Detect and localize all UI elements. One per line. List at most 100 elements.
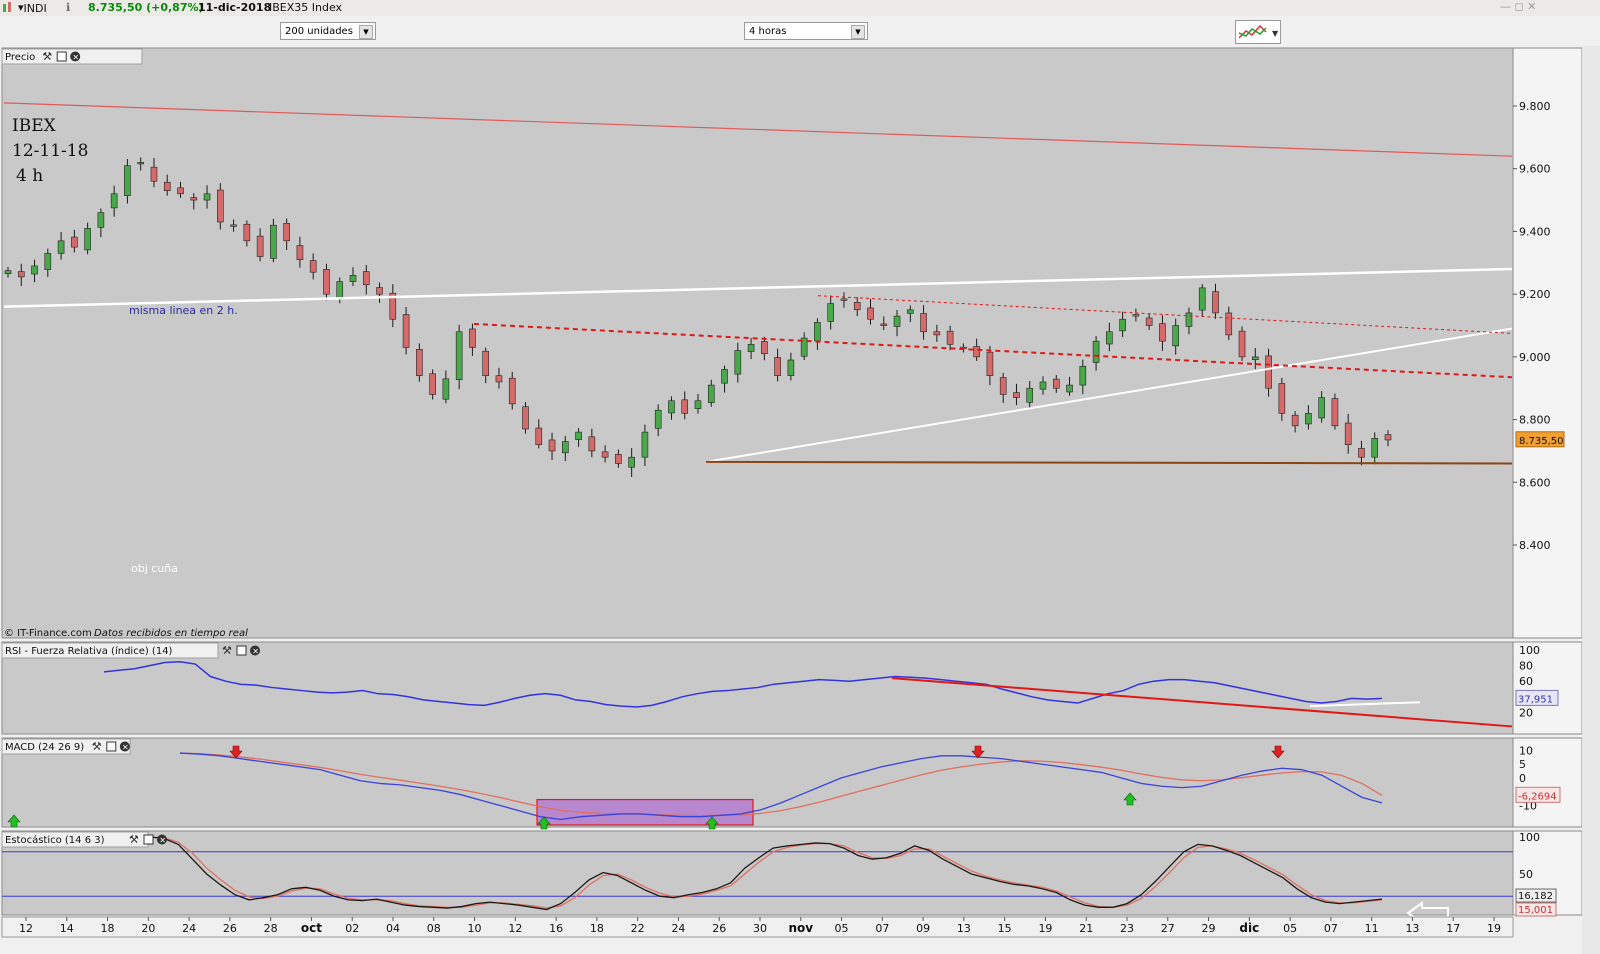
candle-bull: [1079, 365, 1087, 386]
candle-bear: [548, 439, 556, 452]
macd-value-label: -6,2694: [1518, 791, 1557, 802]
candle-bull: [1185, 312, 1193, 327]
candle-bear: [973, 346, 980, 358]
candle-bull: [110, 193, 118, 209]
candle-bull: [747, 344, 755, 352]
candle-bull: [270, 224, 277, 259]
wrench-icon[interactable]: ⚒: [92, 740, 102, 753]
candle-bull: [1026, 387, 1034, 403]
price-change: 8.735,50 (+0,87%): [88, 1, 204, 14]
chevron-down-icon: ▼: [359, 25, 373, 39]
candle-bear: [867, 307, 874, 320]
wrench-icon[interactable]: ⚒: [129, 833, 139, 846]
price-ytick-label: 9.000: [1519, 351, 1551, 364]
candle-bear: [256, 235, 264, 257]
x-tick-label: 21: [1079, 922, 1093, 935]
price-ytick-label: 8.800: [1519, 414, 1551, 427]
rsi-ytick-label: 100: [1519, 644, 1540, 657]
quote-date: 11-dic-2018: [198, 1, 272, 14]
x-tick-label: 17: [1446, 922, 1460, 935]
x-tick-label: 27: [1161, 922, 1175, 935]
candle-bull: [84, 227, 91, 251]
x-tick-label: 13: [957, 922, 971, 935]
chart-type-button[interactable]: ▼: [1235, 20, 1281, 44]
stoch-ytick-label: 50: [1519, 868, 1533, 881]
candle-bear: [601, 451, 609, 458]
price-ytick-label: 8.600: [1519, 476, 1551, 489]
price-ytick-label: 9.600: [1519, 163, 1551, 176]
info-icon[interactable]: ℹ: [66, 1, 70, 14]
maximize-icon[interactable]: [106, 741, 117, 752]
candle-bull: [694, 400, 702, 409]
symbol-dropdown[interactable]: ▾ INDI: [18, 1, 47, 15]
candle-bull: [1066, 384, 1073, 393]
vertical-scrollbar[interactable]: [1582, 46, 1600, 954]
candle-bull: [57, 240, 65, 254]
x-tick-label: 18: [590, 922, 604, 935]
candle-bear: [999, 377, 1007, 395]
candle-bear: [761, 341, 768, 355]
svg-text:▼: ▼: [1272, 29, 1279, 38]
candle-bear: [1358, 448, 1365, 458]
candle-bear: [1291, 414, 1299, 427]
candle-bull: [1119, 318, 1126, 332]
x-tick-label: 24: [182, 922, 196, 935]
units-select-value: 200 unidades: [285, 26, 353, 37]
candle-bull: [721, 369, 728, 384]
candle-bull: [893, 315, 901, 327]
price-ytick-label: 9.800: [1519, 100, 1551, 113]
candle-bull: [668, 400, 675, 414]
x-tick-label: 18: [101, 922, 115, 935]
candle-bull: [628, 456, 635, 468]
candle-bear: [1278, 383, 1286, 414]
x-tick-label: 16: [549, 922, 563, 935]
x-tick-label: dic: [1239, 921, 1259, 935]
candle-bear: [774, 357, 781, 376]
candle-bull: [654, 409, 662, 429]
price-pane[interactable]: [1, 47, 1514, 639]
price-ytick-label: 8.400: [1519, 539, 1551, 552]
maximize-icon[interactable]: [56, 51, 67, 62]
candle-bull: [1318, 397, 1325, 419]
candle-bull: [203, 193, 211, 201]
x-tick-label: 28: [264, 922, 278, 935]
chart-area[interactable]: 9.800 9.600 9.400 9.200 9.000 8.800 8.600 8.400…: [0, 46, 1600, 954]
candle-bear: [933, 331, 941, 336]
candle-bear: [1331, 398, 1339, 427]
candle-bear: [429, 373, 436, 395]
footer-copyright: © IT-Finance.com: [4, 628, 92, 639]
symbol-label: INDI: [23, 2, 47, 15]
annotation-timeframe: 4 h: [16, 166, 43, 186]
annotation-same-line: misma linea en 2 h.: [129, 304, 238, 317]
price-ytick-label: 9.200: [1519, 288, 1551, 301]
rsi-title: RSI - Fuerza Relativa (índice) (14): [5, 645, 173, 657]
timeframe-select[interactable]: 4 horas ▼: [744, 22, 868, 40]
maximize-icon[interactable]: [236, 645, 247, 656]
candle-bear: [522, 406, 529, 430]
candle-bull: [575, 431, 582, 440]
annotation-wedge-target: obj cuña: [131, 562, 178, 575]
window-controls[interactable]: — ◻ ✕: [1500, 0, 1536, 13]
candle-bear: [508, 377, 516, 405]
candle-bear: [588, 436, 596, 452]
stoch-title: Estocástico (14 6 3): [5, 834, 105, 846]
x-tick-label: 07: [1324, 922, 1338, 935]
wrench-icon[interactable]: ⚒: [222, 644, 232, 657]
macd-highlight-box: [536, 798, 754, 826]
stoch-pane[interactable]: [1, 830, 1514, 916]
candle-bear: [1132, 314, 1140, 317]
candle-bull: [707, 384, 715, 403]
units-select[interactable]: 200 unidades ▼: [280, 22, 376, 40]
rsi-ytick-label: 80: [1519, 660, 1533, 673]
maximize-icon[interactable]: [143, 834, 154, 845]
candle-bull: [1371, 438, 1379, 458]
x-tick-label: 05: [835, 922, 849, 935]
candle-bull: [1305, 412, 1312, 425]
wrench-icon[interactable]: ⚒: [42, 50, 52, 63]
candle-bear: [1159, 323, 1166, 342]
candle-bear: [1052, 378, 1060, 389]
x-tick-label: 20: [141, 922, 155, 935]
candle-bull: [4, 270, 12, 275]
candle-bear: [946, 330, 954, 345]
candle-bear: [71, 236, 78, 248]
